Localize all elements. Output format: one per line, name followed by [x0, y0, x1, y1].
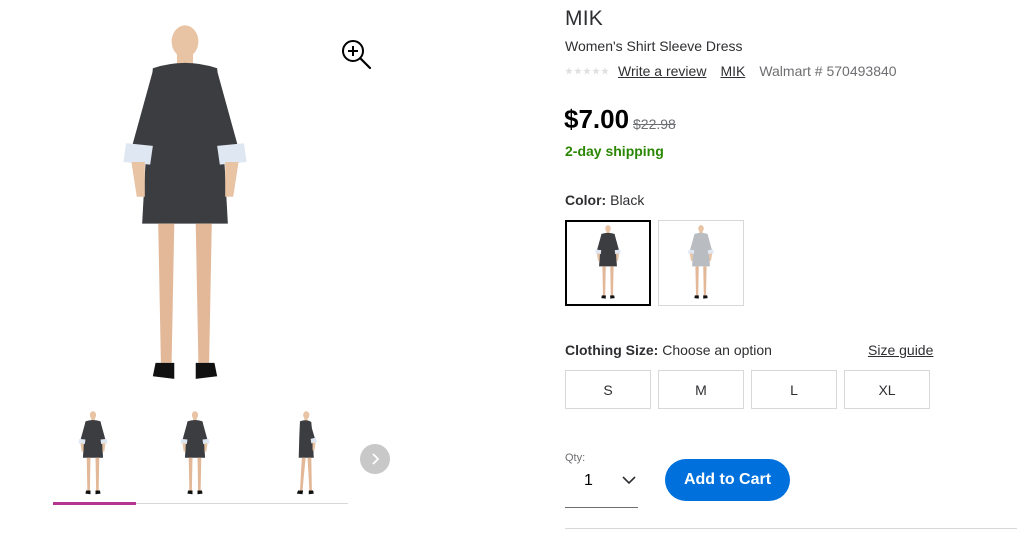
size-option-m[interactable]: M — [658, 370, 744, 409]
thumbnail-3[interactable] — [265, 410, 345, 498]
size-guide-link[interactable]: Size guide — [868, 342, 933, 358]
size-option-xl[interactable]: XL — [844, 370, 930, 409]
color-swatch-gray[interactable] — [658, 220, 744, 306]
star-icon — [565, 67, 573, 75]
walmart-sku: Walmart # 570493840 — [759, 63, 897, 79]
quantity-value: 1 — [584, 472, 593, 489]
color-swatch-black[interactable] — [565, 220, 651, 306]
product-hero-image[interactable] — [100, 20, 270, 395]
quantity-select[interactable]: 1 — [565, 465, 638, 508]
was-price: $22.98 — [633, 116, 676, 132]
quantity-label: Qty: — [565, 452, 586, 464]
zoom-in-icon[interactable] — [340, 38, 372, 70]
thumbnail-active-indicator — [53, 502, 136, 505]
star-icon — [601, 67, 609, 75]
size-label: Clothing Size: Choose an option — [565, 342, 772, 358]
section-divider — [565, 528, 1017, 529]
size-option-s[interactable]: S — [565, 370, 651, 409]
product-title: Women's Shirt Sleeve Dress — [565, 38, 743, 54]
color-label-title: Color: — [565, 192, 607, 208]
chevron-down-icon — [622, 476, 636, 485]
product-meta-row: Write a review MIK Walmart # 570493840 — [565, 62, 897, 80]
thumbnail-rail — [136, 503, 348, 504]
thumbnail-1[interactable] — [53, 410, 133, 498]
carousel-next-button[interactable] — [360, 444, 390, 474]
star-icon — [583, 67, 591, 75]
star-icon — [592, 67, 600, 75]
chevron-right-icon — [372, 453, 380, 465]
size-option-l[interactable]: L — [751, 370, 837, 409]
rating-stars — [565, 67, 609, 75]
current-price: $7.00 — [564, 104, 630, 134]
thumbnail-2[interactable] — [155, 410, 235, 498]
brand-link[interactable]: MIK — [720, 63, 745, 79]
size-prompt: Choose an option — [662, 342, 772, 358]
color-selected-value: Black — [610, 192, 645, 208]
color-label: Color: Black — [565, 192, 644, 208]
add-to-cart-button[interactable]: Add to Cart — [665, 459, 790, 501]
product-brand: MIK — [565, 7, 603, 30]
shipping-badge: 2-day shipping — [565, 143, 664, 159]
star-icon — [574, 67, 582, 75]
write-review-link[interactable]: Write a review — [618, 63, 706, 79]
size-label-title: Clothing Size: — [565, 342, 659, 358]
